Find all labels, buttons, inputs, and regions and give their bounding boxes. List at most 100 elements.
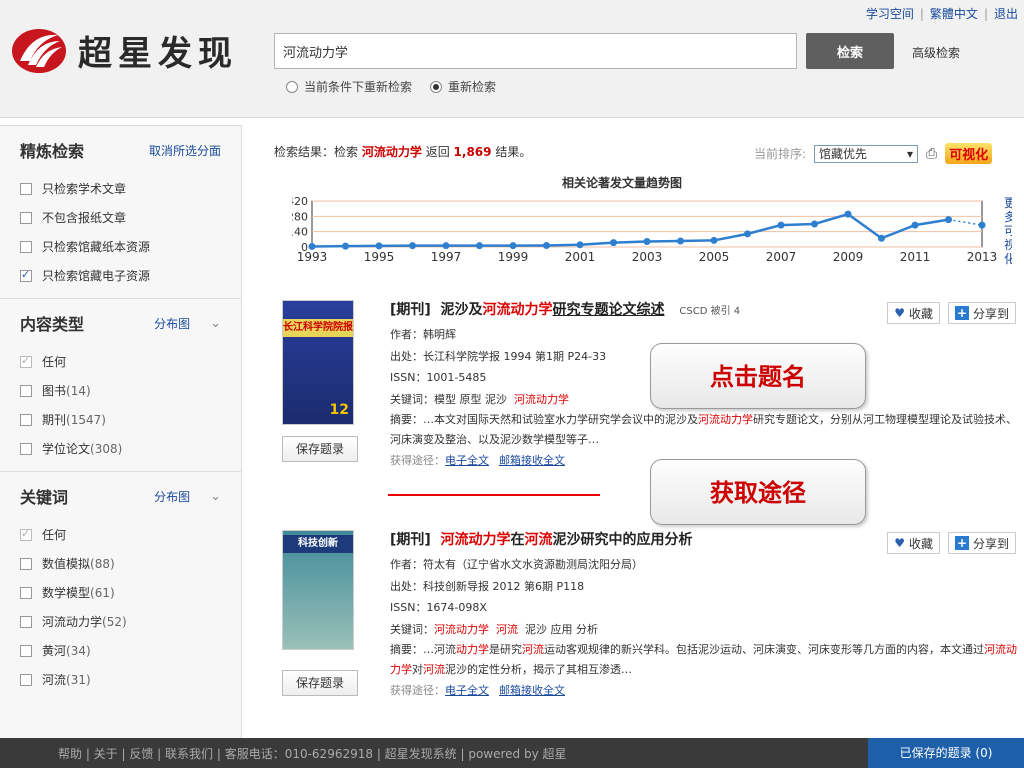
journal-cover[interactable]: 科技创新 [282, 530, 354, 650]
facet-label: 数学模型 [42, 586, 91, 600]
facet-item[interactable]: 河流 (31) [20, 665, 241, 694]
advanced-search-link[interactable]: 高级检索 [912, 44, 960, 61]
checkbox-checked[interactable] [20, 527, 32, 541]
content-type-chart-link[interactable]: 分布图 [154, 315, 190, 332]
favorite-button[interactable]: ♥ 收藏 [887, 302, 940, 324]
email-fulltext-link[interactable]: 邮箱接收全文 [499, 454, 565, 467]
refine-item[interactable]: 只检索馆藏纸本资源 [20, 232, 241, 261]
facet-item[interactable]: 学位论文 (308) [20, 434, 241, 463]
keywords-header: 关键词 分布图 ⌄ [0, 472, 241, 520]
facet-count: (1547) [66, 412, 106, 427]
checkbox[interactable] [20, 615, 32, 628]
refine-item[interactable]: 只检索学术文章 [20, 174, 241, 203]
record-keyword-highlight[interactable]: 河流动力学 [514, 393, 569, 406]
fulltext-link[interactable]: 电子全文 [445, 684, 489, 697]
record-keywords[interactable]: 泥沙 应用 分析 [525, 623, 598, 636]
record-source[interactable]: 科技创新导报 2012 第6期 P118 [423, 580, 584, 593]
keywords-chart-link[interactable]: 分布图 [154, 488, 190, 505]
content-type-title: 内容类型 [20, 315, 85, 334]
save-record-button[interactable]: 保存题录 [282, 436, 358, 462]
title-part: 研究专题论文综述 [552, 302, 665, 318]
footer-links[interactable]: 帮助 | 关于 | 反馈 | 联系我们 | 客服电话：010-62962918 … [58, 745, 567, 762]
email-fulltext-link[interactable]: 邮箱接收全文 [499, 684, 565, 697]
sort-label: 当前排序: [754, 147, 807, 161]
clear-facets-link[interactable]: 取消所选分面 [149, 142, 221, 159]
record-keyword-highlight[interactable]: 河流动力学 [434, 623, 489, 636]
logo-icon [12, 28, 66, 73]
checkbox[interactable] [20, 211, 32, 224]
facet-item[interactable]: 期刊 (1547) [20, 405, 241, 434]
checkbox[interactable] [20, 442, 32, 455]
checkbox[interactable] [20, 673, 32, 686]
checkbox[interactable] [20, 384, 32, 397]
checkbox[interactable] [20, 240, 32, 253]
checkbox[interactable] [20, 182, 32, 195]
study-space-link[interactable]: 学习空间 [866, 7, 914, 21]
traditional-chinese-link[interactable]: 繁體中文 [930, 7, 978, 21]
facet-label: 任何 [42, 355, 67, 369]
radio-label: 当前条件下重新检索 [304, 80, 413, 94]
refine-item[interactable]: 只检索馆藏电子资源 [20, 261, 241, 290]
collapse-chevron-icon[interactable]: ⌄ [210, 316, 221, 331]
x-tick-label: 2007 [766, 250, 797, 264]
radio-selected-icon [430, 80, 443, 93]
record-author[interactable]: 韩明辉 [423, 328, 456, 341]
radio-new-search[interactable]: 重新检索 [430, 78, 496, 95]
title-part: 在 [510, 532, 525, 548]
field-label: 作者： [390, 328, 423, 341]
data-point [911, 221, 919, 229]
record-source[interactable]: 长江科学院学报 1994 第1期 P24-33 [423, 350, 606, 363]
keywords-list: 任何 数值模拟(88) 数学模型(61) 河流动力学(52) 黄河(34) 河流… [0, 520, 241, 694]
checkbox-checked[interactable] [20, 268, 32, 282]
record-author[interactable]: 符太有（辽宁省水文水资源勘测局沈阳分局） [423, 558, 643, 571]
facet-count: (14) [66, 383, 91, 398]
print-icon[interactable]: ⎙ [926, 146, 937, 162]
x-tick-label: 2003 [632, 250, 663, 264]
logo-text: 超星发现 [78, 34, 238, 74]
facet-item[interactable]: 数学模型 (61) [20, 578, 241, 607]
record-keyword-highlight[interactable]: 河流 [496, 623, 518, 636]
facet-count: (34) [66, 643, 91, 658]
collapse-chevron-icon[interactable]: ⌄ [210, 489, 221, 504]
record-keywords[interactable]: 模型 原型 泥沙 [434, 393, 507, 406]
facet-item[interactable]: 图书 (14) [20, 376, 241, 405]
logo[interactable]: 超星发现 [10, 26, 238, 75]
visualize-button[interactable]: 可视化 [945, 143, 993, 164]
refine-item[interactable]: 不包含报纸文章 [20, 203, 241, 232]
checkbox[interactable] [20, 413, 32, 426]
fulltext-link[interactable]: 电子全文 [445, 454, 489, 467]
checkbox-checked[interactable] [20, 354, 32, 368]
record-issn: 1674-098X [426, 601, 487, 614]
checkbox[interactable] [20, 557, 32, 570]
checkbox[interactable] [20, 644, 32, 657]
share-button[interactable]: + 分享到 [947, 532, 1016, 554]
data-point [945, 216, 952, 224]
facet-count: (52) [102, 614, 127, 629]
facet-item[interactable]: 黄河 (34) [20, 636, 241, 665]
sort-control: 当前排序: 馆藏优先 ▾ ⎙ 可视化 [754, 143, 993, 164]
callout-click-title: 点击题名 [650, 343, 866, 409]
logout-link[interactable]: 退出 [994, 7, 1018, 21]
sort-select[interactable]: 馆藏优先 ▾ [814, 144, 919, 163]
search-button[interactable]: 检索 [806, 33, 894, 69]
result-prefix: 检索结果：检索 [274, 145, 359, 159]
top-links: 学习空间 | 繁體中文 | 退出 [865, 7, 1018, 21]
share-button[interactable]: + 分享到 [947, 302, 1016, 324]
checkbox[interactable] [20, 586, 32, 599]
more-visualization-link[interactable]: 更多可视化 [1004, 196, 1012, 266]
facet-item[interactable]: 数值模拟 (88) [20, 549, 241, 578]
title-highlight: 河流动力学 [440, 532, 511, 548]
x-tick-label: 1999 [498, 250, 529, 264]
favorite-button[interactable]: ♥ 收藏 [887, 532, 940, 554]
record-issn: 1001-5485 [426, 371, 487, 384]
heart-icon: ♥ [894, 536, 905, 550]
journal-cover[interactable]: 长江科学院院报 12 [282, 300, 354, 425]
saved-records-button[interactable]: 已保存的题录 (0) [868, 738, 1024, 768]
facet-item[interactable]: 任何 [20, 520, 241, 549]
facet-item[interactable]: 任何 [20, 347, 241, 376]
result-record: 科技创新 保存题录 [期刊] 河流动力学在河流泥沙研究中的应用分析 作者：符太有… [280, 530, 1020, 730]
save-record-button[interactable]: 保存题录 [282, 670, 358, 696]
search-input[interactable] [274, 33, 797, 69]
facet-item[interactable]: 河流动力学 (52) [20, 607, 241, 636]
radio-search-within[interactable]: 当前条件下重新检索 [286, 78, 412, 95]
